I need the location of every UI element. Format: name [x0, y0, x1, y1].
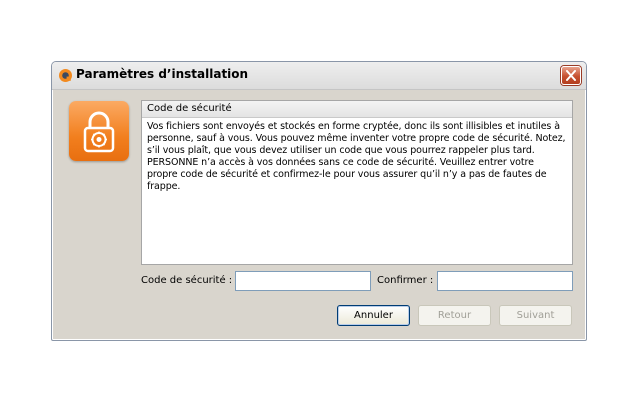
confirm-label: Confirmer :: [377, 275, 434, 286]
close-button[interactable]: [561, 66, 581, 85]
close-icon: [566, 70, 576, 81]
cancel-button[interactable]: Annuler: [337, 305, 410, 326]
back-button[interactable]: Retour: [418, 305, 491, 326]
security-code-input[interactable]: [235, 271, 371, 291]
panel-description: Vos fichiers sont envoyés et stockés en …: [147, 121, 566, 192]
padlock-icon: [83, 111, 115, 153]
panel-title: Code de sécurité: [142, 101, 572, 118]
window-title: Paramètres d’installation: [76, 67, 249, 81]
app-logo-icon: [58, 68, 73, 83]
confirm-input[interactable]: [437, 271, 573, 291]
security-code-label: Code de sécurité :: [141, 275, 233, 286]
title-bar: Paramètres d’installation: [52, 62, 586, 90]
next-button[interactable]: Suivant: [499, 305, 572, 326]
security-lock-tile: [69, 101, 129, 161]
security-code-panel: Code de sécurité Vos fichiers sont envoy…: [141, 100, 573, 265]
installation-settings-dialog: Paramètres d’installation Code de sécuri…: [51, 61, 587, 341]
